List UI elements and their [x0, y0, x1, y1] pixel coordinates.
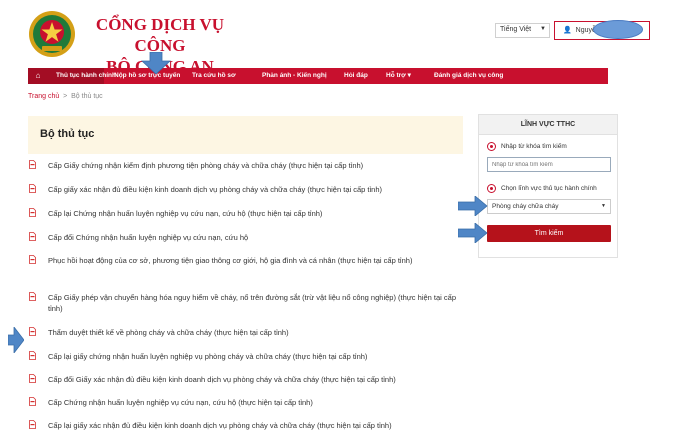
procedure-link[interactable]: Thẩm duyệt thiết kế về phòng cháy và chữ… — [48, 327, 468, 338]
site-title-line1: CỔNG DỊCH VỤ CÔNG — [95, 15, 225, 55]
procedure-link[interactable]: Cấp Giấy phép vận chuyển hàng hóa nguy h… — [48, 292, 468, 314]
field-radio[interactable] — [487, 184, 496, 193]
breadcrumb: Trang chủ > Bộ thủ tục — [28, 93, 103, 100]
breadcrumb-home[interactable]: Trang chủ — [28, 93, 59, 100]
search-sidebar: LĨNH VỰC TTHC Nhập từ khóa tìm kiếm Chọn… — [478, 114, 618, 258]
home-icon[interactable]: ⌂ — [28, 68, 48, 84]
site-header: CỔNG DỊCH VỤ CÔNG BỘ CÔNG AN Tiếng Việt … — [0, 0, 674, 76]
procedure-link[interactable]: Cấp đổi Giấy xác nhận đủ điều kiện kinh … — [48, 374, 468, 385]
field-select-value: Phòng cháy chữa cháy — [492, 203, 559, 210]
annotation-arrow-down-icon — [141, 52, 171, 74]
annotation-arrow-right-icon — [8, 327, 24, 353]
nav-item-hoi-dap[interactable]: Hỏi đáp — [334, 68, 376, 84]
nav-item-phan-anh[interactable]: Phản ánh - Kiến nghị — [250, 68, 334, 84]
language-label: Tiếng Việt — [500, 26, 532, 33]
procedure-link[interactable]: Cấp lại giấy xác nhận đủ điều kiện kinh … — [48, 420, 468, 431]
nav-item-ho-tro[interactable]: Hỗ trợ ▾ — [376, 68, 426, 84]
pdf-icon — [29, 420, 36, 429]
sidebar-title: LĨNH VỰC TTHC — [479, 115, 617, 135]
annotation-arrow-right-icon — [458, 196, 488, 216]
pdf-icon — [29, 374, 36, 383]
procedure-link[interactable]: Cấp đổi Chứng nhận huấn luyện nghiệp vụ … — [48, 232, 468, 243]
procedure-link[interactable]: Cấp lại giấy chứng nhận huấn luyện nghiệ… — [48, 351, 468, 362]
pdf-icon — [29, 292, 36, 301]
pdf-icon — [29, 232, 36, 241]
pdf-icon — [29, 351, 36, 360]
keyword-radio-label: Nhập từ khóa tìm kiếm — [501, 143, 567, 150]
keyword-radio[interactable] — [487, 142, 496, 151]
field-radio-label: Chọn lĩnh vực thủ tục hành chính — [501, 185, 597, 192]
search-button[interactable]: Tìm kiếm — [487, 225, 611, 242]
pdf-icon — [29, 160, 36, 169]
language-select[interactable]: Tiếng Việt ▼ — [495, 23, 550, 38]
page-title: Bộ thủ tục — [40, 128, 95, 140]
keyword-search-input[interactable] — [487, 157, 611, 172]
breadcrumb-separator: > — [63, 93, 68, 100]
user-icon: 👤 — [563, 27, 572, 34]
redaction-oval — [593, 20, 643, 39]
procedure-link[interactable]: Cấp Giấy chứng nhận kiểm định phương tiệ… — [48, 160, 468, 171]
chevron-down-icon: ▼ — [540, 26, 546, 32]
procedure-link[interactable]: Cấp lại Chứng nhận huấn luyện nghiệp vụ … — [48, 208, 468, 219]
nav-item-thu-tuc[interactable]: Thủ tục hành chính — [48, 68, 116, 84]
procedure-link[interactable]: Cấp giấy xác nhận đủ điều kiện kinh doan… — [48, 184, 468, 195]
procedure-link[interactable]: Cấp Chứng nhận huấn luyện nghiệp vụ cứu … — [48, 397, 468, 408]
pdf-icon — [29, 397, 36, 406]
field-select[interactable]: Phòng cháy chữa cháy ▼ — [487, 199, 611, 214]
nav-item-danh-gia[interactable]: Đánh giá dịch vụ công — [426, 68, 526, 84]
procedure-link[interactable]: Phục hồi hoạt động của cơ sở, phương tiệ… — [48, 255, 468, 266]
chevron-down-icon: ▼ — [601, 203, 606, 209]
nav-item-tra-cuu[interactable]: Tra cứu hồ sơ — [182, 68, 250, 84]
pdf-icon — [29, 208, 36, 217]
annotation-arrow-right-icon — [458, 223, 488, 243]
pdf-icon — [29, 327, 36, 336]
police-emblem-logo[interactable] — [28, 10, 76, 58]
breadcrumb-current: Bộ thủ tục — [71, 93, 103, 100]
procedures-panel-header: Bộ thủ tục — [28, 116, 463, 154]
pdf-icon — [29, 184, 36, 193]
main-nav: ⌂ Thủ tục hành chính Nộp hồ sơ trực tuyế… — [28, 68, 608, 84]
pdf-icon — [29, 255, 36, 264]
